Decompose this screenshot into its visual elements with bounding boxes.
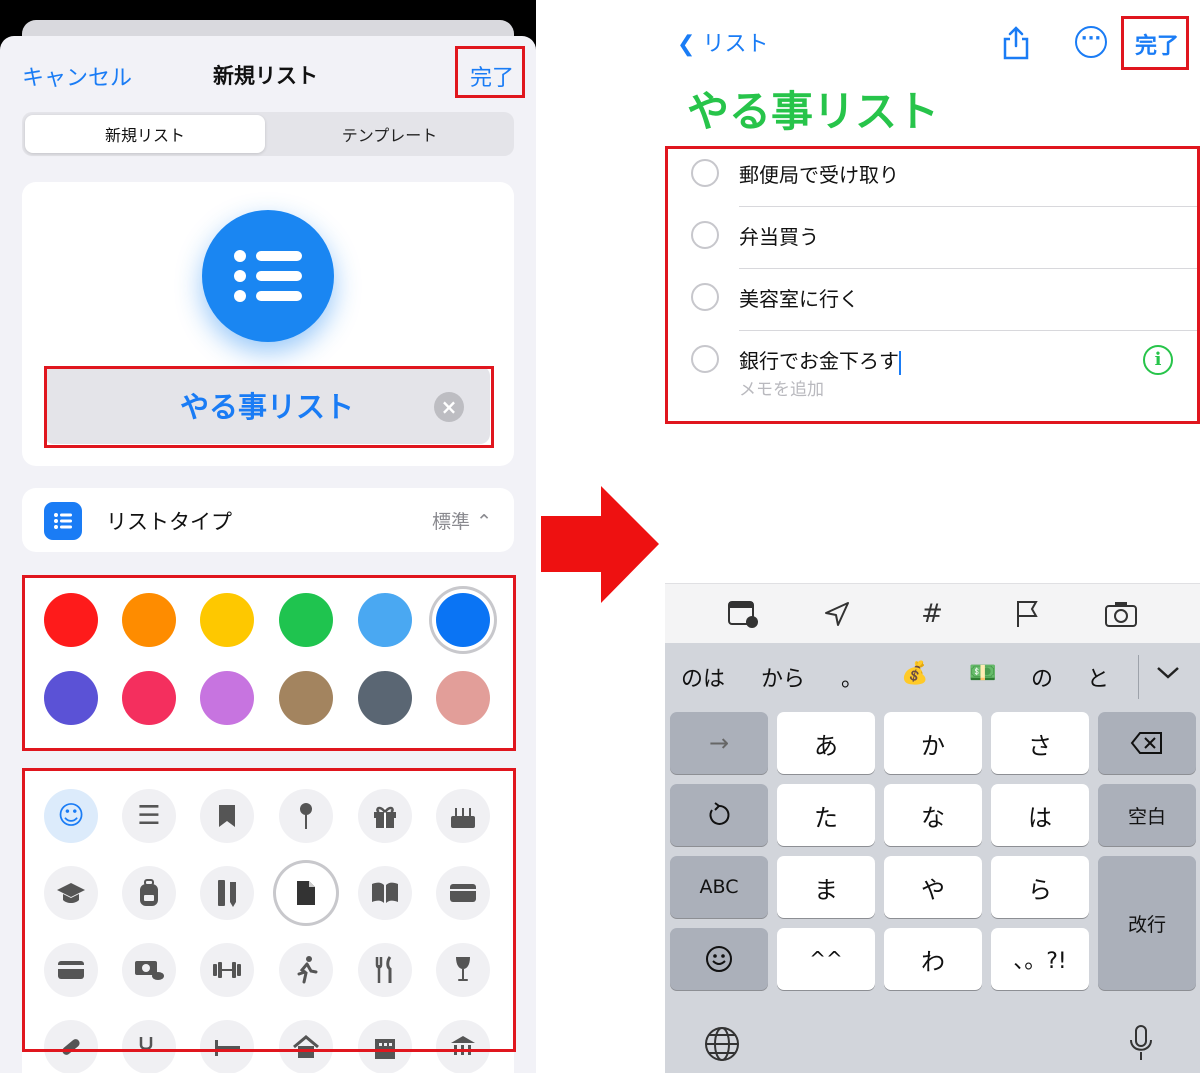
back-label: リスト [702,32,769,57]
list-detail-screen: ❮ リスト ··· 完了 やる事リスト 郵便局で受け取り 弁当買う 美容室に行く… [665,0,1200,1073]
globe-icon[interactable] [703,1025,741,1063]
arrow-key[interactable]: → [670,712,768,774]
suggestion[interactable]: と [1087,661,1109,693]
suggestion-banknote[interactable]: 💵 [969,661,996,686]
list-type-row[interactable]: リストタイプ 標準 ⌃ [22,488,514,552]
cancel-button[interactable]: キャンセル [22,60,132,92]
new-list-screen: キャンセル 新規リスト 完了 新規リスト テンプレート やる事リスト × リスト… [0,0,536,1073]
highlight-tasks [665,146,1200,424]
key-na[interactable]: な [884,784,982,846]
highlight-colors [22,575,516,751]
segment-new-list[interactable]: 新規リスト [25,115,265,153]
chevron-down-icon[interactable] [1155,665,1181,681]
share-icon[interactable] [1001,26,1031,60]
key-ka[interactable]: か [884,712,982,774]
updown-chevron-icon: ⌃ [476,511,492,533]
key-ya[interactable]: や [884,856,982,918]
key-punctuation[interactable]: 、。?! [991,928,1089,990]
suggestion-divider [1138,655,1139,699]
list-title: やる事リスト [687,87,940,136]
arrow-right-icon [541,486,659,603]
key-kaomoji[interactable]: ^^ [777,928,875,990]
suggestion-money-bag[interactable]: 💰 [901,661,928,686]
return-key[interactable]: 改行 [1098,856,1196,990]
suggestion[interactable]: 。 [841,661,863,693]
list-type-value[interactable]: 標準 ⌃ [432,507,492,534]
location-icon[interactable] [819,596,855,632]
highlight-icons [22,768,516,1052]
japanese-keyboard: のは から 。 💰 💵 の と → あ か さ た な は 空白 ABC ま や… [665,643,1200,1073]
calendar-clock-icon[interactable] [725,596,761,632]
emoji-icon [706,946,732,972]
chevron-left-icon: ❮ [677,32,696,57]
new-list-sheet: キャンセル 新規リスト 完了 新規リスト テンプレート やる事リスト × リスト… [0,36,536,1073]
key-ma[interactable]: ま [777,856,875,918]
camera-icon[interactable] [1103,596,1139,632]
emoji-key[interactable] [670,928,768,990]
tag-hash-icon[interactable]: # [914,596,950,632]
key-ta[interactable]: た [777,784,875,846]
highlight-done-right [1121,16,1189,70]
suggestion[interactable]: から [761,661,805,693]
suggestion[interactable]: の [1031,661,1053,693]
sheet-title: 新規リスト [213,64,318,88]
suggestion[interactable]: のは [681,661,725,693]
space-key[interactable]: 空白 [1098,784,1196,846]
delete-key[interactable] [1098,712,1196,774]
key-a[interactable]: あ [777,712,875,774]
undo-key[interactable] [670,784,768,846]
key-sa[interactable]: さ [991,712,1089,774]
key-ha[interactable]: は [991,784,1089,846]
keyboard-toolbar: # [665,583,1200,643]
undo-icon [709,802,730,825]
backspace-icon [1130,732,1162,754]
segmented-control: 新規リスト テンプレート [22,112,514,156]
list-icon [234,250,302,302]
key-ra[interactable]: ら [991,856,1089,918]
more-options-icon[interactable]: ··· [1075,26,1107,58]
list-type-label: リストタイプ [106,510,232,534]
abc-key[interactable]: ABC [670,856,768,918]
list-type-value-text: 標準 [432,511,471,533]
list-type-icon [44,502,82,540]
flag-icon[interactable] [1009,596,1045,632]
highlight-name-field [44,366,494,448]
segment-template[interactable]: テンプレート [268,115,511,153]
highlight-done-left [455,46,525,98]
key-wa[interactable]: わ [884,928,982,990]
list-icon-preview [202,210,334,342]
microphone-icon[interactable] [1127,1023,1155,1063]
back-button[interactable]: ❮ リスト [677,26,768,58]
